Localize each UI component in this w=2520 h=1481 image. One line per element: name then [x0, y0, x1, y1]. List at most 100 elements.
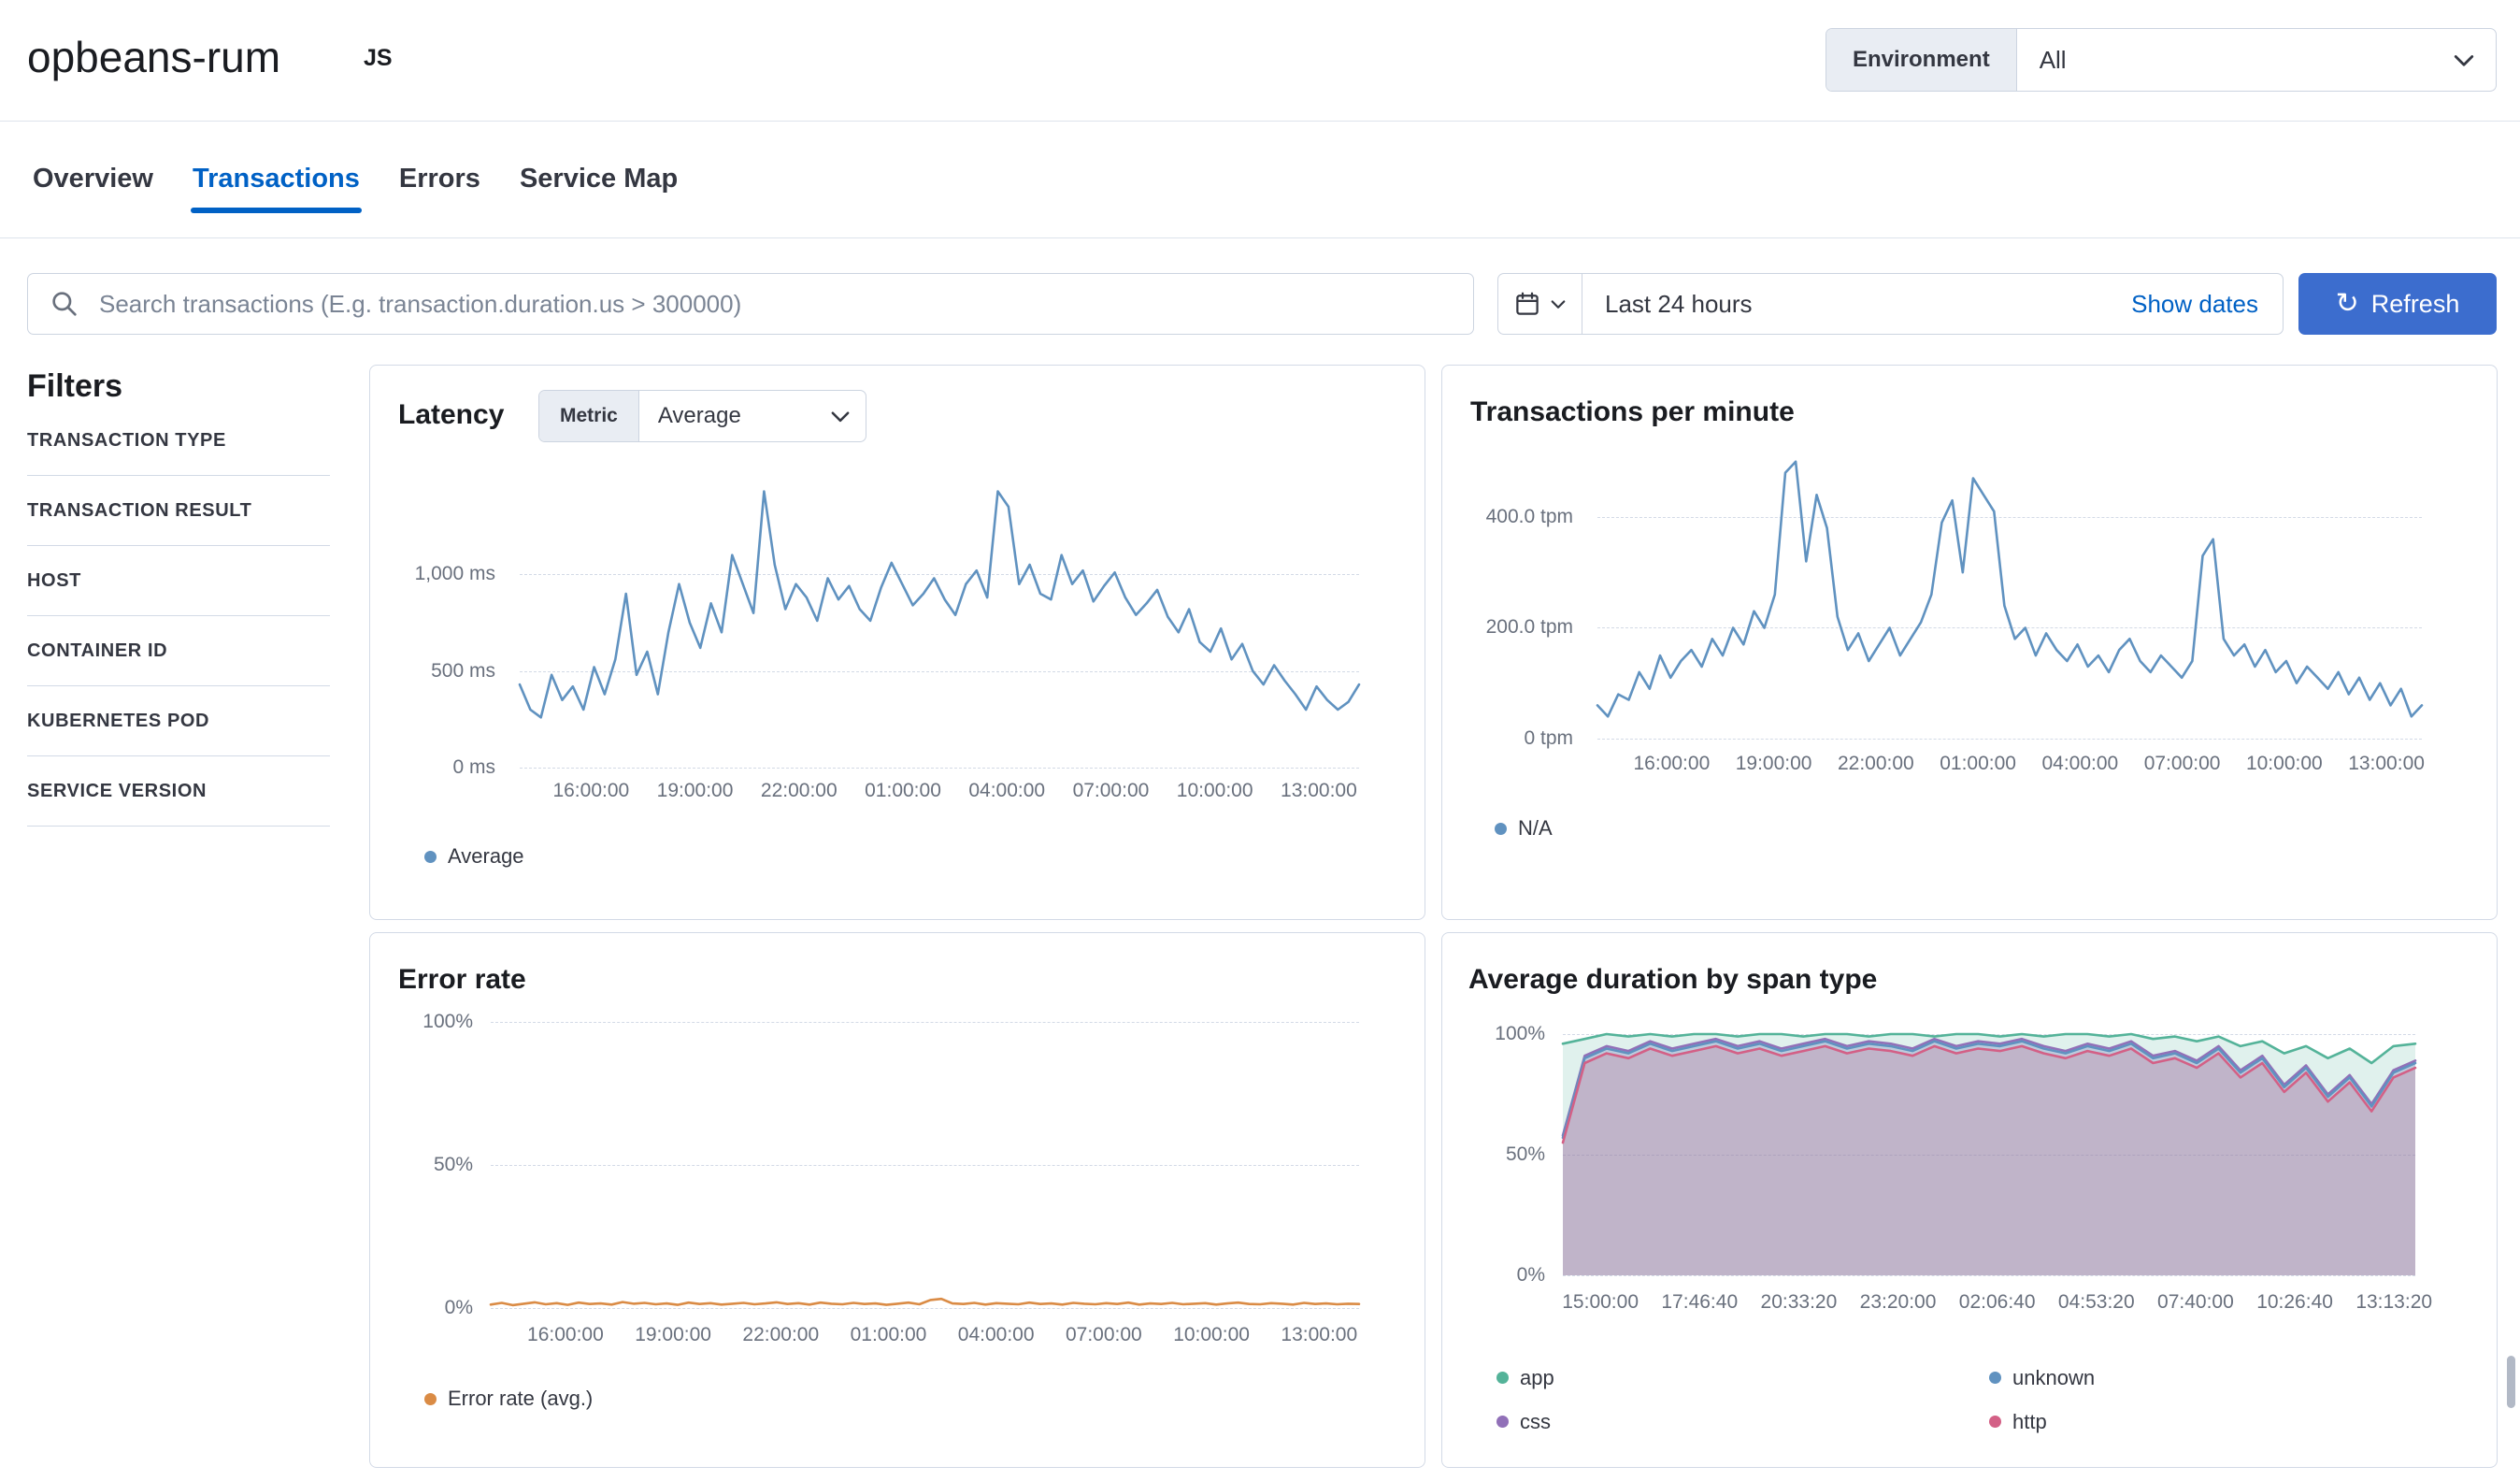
- environment-label: Environment: [1826, 29, 2017, 91]
- panel-title: Average duration by span type: [1468, 964, 1878, 995]
- legend-item-n-a[interactable]: N/A: [1495, 816, 1553, 841]
- filter-host[interactable]: HOST: [27, 546, 330, 616]
- legend-dot: [1495, 822, 1507, 835]
- calendar-icon: [1515, 292, 1539, 315]
- y-axis: 0 ms 500 ms 1,000 ms: [370, 478, 507, 778]
- x-tick-label: 16:00:00: [1633, 753, 1711, 774]
- y-tick-label: 500 ms: [431, 659, 495, 682]
- tab-service-map[interactable]: Service Map: [518, 121, 680, 237]
- search-input[interactable]: [27, 273, 1474, 335]
- y-tick-label: 200.0 tpm: [1485, 616, 1573, 639]
- chevron-down-icon: [1551, 300, 1565, 309]
- y-tick-label: 100%: [422, 1011, 473, 1032]
- time-range-value[interactable]: Last 24 hours: [1582, 290, 2131, 319]
- legend-label: Error rate (avg.): [448, 1387, 594, 1410]
- legend-dot: [424, 1392, 437, 1405]
- chart-legend: Average: [424, 844, 524, 869]
- metric-select[interactable]: Average: [639, 391, 866, 441]
- legend-item-error-rate-avg-[interactable]: Error rate (avg.): [424, 1387, 593, 1411]
- legend-item-http[interactable]: http: [1989, 1410, 2482, 1434]
- metric-label: Metric: [539, 391, 639, 441]
- legend-item-app[interactable]: app: [1496, 1366, 1989, 1390]
- legend-label: app: [1520, 1365, 1554, 1389]
- page-title: opbeans-rum: [27, 33, 281, 81]
- gridline: [491, 1308, 1359, 1309]
- filter-label: HOST: [27, 569, 81, 591]
- legend-item-unknown[interactable]: unknown: [1989, 1366, 2482, 1390]
- x-tick-label: 01:00:00: [865, 780, 941, 801]
- filter-transaction-result[interactable]: TRANSACTION RESULT: [27, 476, 330, 546]
- y-axis: 0% 50% 100%: [370, 1011, 484, 1318]
- x-tick-label: 07:00:00: [1065, 1324, 1142, 1345]
- filter-service-version[interactable]: SERVICE VERSION: [27, 756, 330, 827]
- scrollbar-thumb[interactable]: [2507, 1356, 2515, 1408]
- legend-dot: [1496, 1416, 1509, 1428]
- error-rate-chart[interactable]: [489, 1022, 1361, 1309]
- latency-chart[interactable]: [518, 478, 1361, 769]
- error-rate-panel: Error rate 0% 50% 100% 16:00:00 19:00:00 22:…: [369, 932, 1425, 1468]
- y-axis: 0% 50% 100%: [1442, 1023, 1556, 1286]
- span-type-chart[interactable]: [1561, 1032, 2417, 1276]
- x-tick-label: 01:00:00: [850, 1324, 927, 1345]
- x-tick-label: 16:00:00: [527, 1324, 604, 1345]
- tpm-panel: Transactions per minute 0 tpm 200.0 tpm 40…: [1441, 365, 2498, 920]
- environment-select-value: All: [2039, 45, 2067, 74]
- tab-errors[interactable]: Errors: [397, 121, 482, 237]
- x-tick-label: 04:00:00: [957, 1324, 1035, 1345]
- tab-label: Errors: [398, 164, 480, 194]
- filters-list: TRANSACTION TYPE TRANSACTION RESULT HOST…: [27, 406, 330, 827]
- legend-item-average[interactable]: Average: [424, 844, 524, 869]
- legend-item-css[interactable]: css: [1496, 1410, 1989, 1434]
- legend-label: css: [1520, 1409, 1551, 1433]
- x-tick-label: 07:40:00: [2157, 1291, 2234, 1313]
- tpm-chart[interactable]: [1596, 454, 2424, 740]
- x-tick-label: 10:00:00: [1176, 780, 1253, 801]
- calendar-button[interactable]: [1498, 274, 1582, 334]
- x-tick-label: 10:26:40: [2256, 1291, 2333, 1313]
- y-tick-label: 0 ms: [452, 756, 495, 778]
- apm-service-page: opbeans-rum JS Environment All Overview …: [0, 0, 2520, 1481]
- x-tick-label: 13:00:00: [2348, 753, 2425, 774]
- x-tick-label: 13:00:00: [1281, 1324, 1358, 1345]
- environment-select[interactable]: All: [2017, 29, 2496, 91]
- legend-label: N/A: [1518, 816, 1553, 840]
- filter-kubernetes-pod[interactable]: KUBERNETES POD: [27, 686, 330, 756]
- chevron-down-icon: [831, 411, 850, 423]
- y-tick-label: 0%: [444, 1297, 473, 1318]
- x-tick-label: 19:00:00: [656, 780, 734, 801]
- search-icon: [52, 292, 77, 316]
- tab-overview[interactable]: Overview: [31, 121, 155, 237]
- refresh-button[interactable]: ↻ Refresh: [2298, 273, 2497, 335]
- legend-dot: [1496, 1372, 1509, 1384]
- x-tick-label: 07:00:00: [2143, 753, 2221, 774]
- filter-label: SERVICE VERSION: [27, 780, 208, 801]
- y-tick-label: 0%: [1516, 1264, 1545, 1286]
- tab-transactions[interactable]: Transactions: [190, 121, 362, 237]
- filter-transaction-type[interactable]: TRANSACTION TYPE: [27, 406, 330, 476]
- x-axis: 16:00:00 19:00:00 22:00:00 01:00:00 04:00:00…: [1597, 753, 2425, 779]
- panel-title: Latency: [398, 399, 505, 430]
- x-tick-label: 16:00:00: [552, 780, 630, 801]
- x-axis: 16:00:00 19:00:00 22:00:00 01:00:00 04:00:00…: [491, 1324, 1359, 1350]
- filter-container-id[interactable]: CONTAINER ID: [27, 616, 330, 686]
- gridline: [1597, 739, 2422, 740]
- x-tick-label: 19:00:00: [1735, 753, 1812, 774]
- filter-label: KUBERNETES POD: [27, 710, 210, 731]
- x-axis: 15:00:00 17:46:40 20:33:20 23:20:00 02:06:40…: [1562, 1291, 2432, 1317]
- x-tick-label: 20:33:20: [1760, 1291, 1838, 1313]
- show-dates-link[interactable]: Show dates: [2131, 290, 2283, 319]
- x-tick-label: 04:00:00: [2041, 753, 2119, 774]
- tabs-divider: [0, 237, 2520, 238]
- legend-dot: [1989, 1416, 2001, 1428]
- time-range-picker: Last 24 hours Show dates: [1497, 273, 2284, 335]
- legend-label: unknown: [2012, 1365, 2096, 1389]
- tab-label: Service Map: [519, 164, 679, 194]
- x-tick-label: 13:00:00: [1281, 780, 1357, 801]
- x-tick-label: 22:00:00: [742, 1324, 820, 1345]
- filters-heading: Filters: [27, 368, 123, 404]
- legend-label: http: [2012, 1409, 2047, 1433]
- x-axis: 16:00:00 19:00:00 22:00:00 01:00:00 04:00:00…: [520, 780, 1359, 806]
- tab-label: Transactions: [192, 164, 360, 194]
- x-tick-label: 10:00:00: [1173, 1324, 1250, 1345]
- x-tick-label: 04:53:20: [2057, 1291, 2135, 1313]
